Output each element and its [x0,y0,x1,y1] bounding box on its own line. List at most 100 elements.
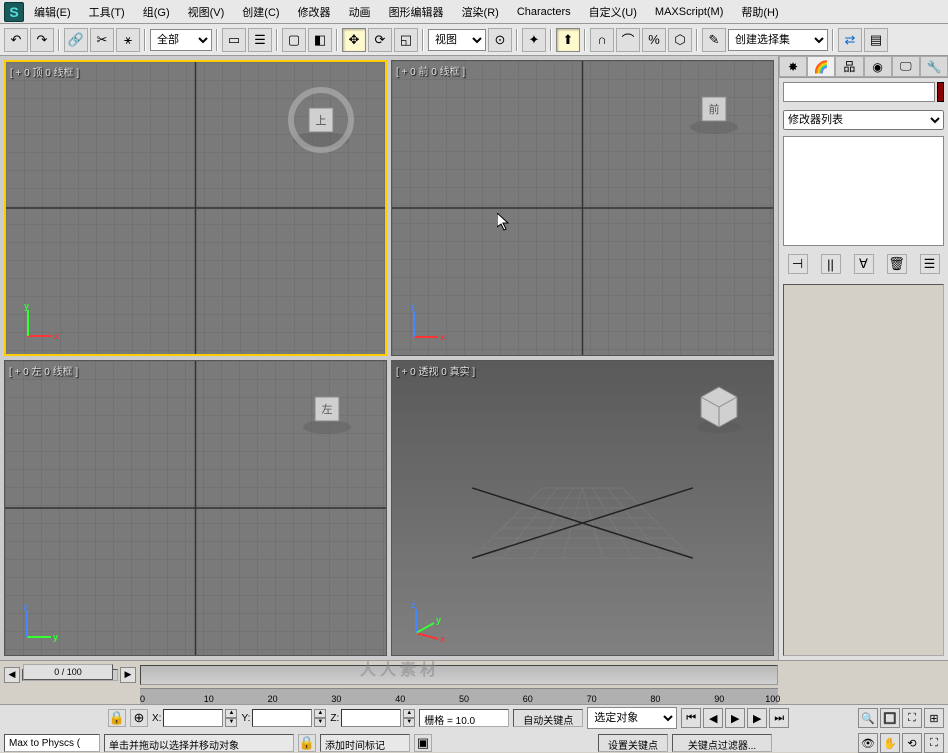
unique-button[interactable]: ∀ [854,254,874,274]
viewport-left[interactable]: [ + 0 左 0 线框 ] 左 y z [4,360,387,656]
y-spin-up[interactable]: ▲ [314,709,326,718]
utilities-tab[interactable]: 🔧 [920,56,948,77]
window-crossing-button[interactable]: ◧ [308,28,332,52]
ref-coord-select[interactable]: 视图 [428,29,486,51]
menu-render[interactable]: 渲染(R) [454,2,507,22]
track-bar[interactable] [140,665,778,685]
motion-tab[interactable]: ◉ [864,56,892,77]
modifier-list-select[interactable]: 修改器列表 [783,110,944,130]
svg-text:x: x [440,332,445,342]
time-tag-field[interactable]: 添加时间标记 [320,734,410,752]
x-spin-up[interactable]: ▲ [225,709,237,718]
link-button[interactable]: 🔗 [64,28,88,52]
percent-snap-toggle[interactable]: % [642,28,666,52]
play-button[interactable]: ▶ [725,708,745,728]
key-target-select[interactable]: 选定对象 [587,707,677,729]
orbit-button[interactable]: ⟲ [902,733,922,753]
zoom-all-button[interactable]: 🔲 [880,708,900,728]
object-name-input[interactable] [783,82,935,102]
select-move-button[interactable]: ✥ [342,28,366,52]
view-cube-front[interactable]: 前 [679,79,749,139]
y-coord-input[interactable] [252,709,312,727]
menu-create[interactable]: 创建(C) [234,2,287,22]
menu-animation[interactable]: 动画 [341,2,379,22]
selection-filter-select[interactable]: 全部 [150,29,212,51]
y-spin-down[interactable]: ▼ [314,718,326,727]
absolute-mode-button[interactable]: ⊕ [130,709,148,727]
menu-customize[interactable]: 自定义(U) [581,2,645,22]
key-filters-button[interactable]: 关键点过滤器... [672,734,772,752]
pin-stack-button[interactable]: ⊣ [788,254,808,274]
select-rect-button[interactable]: ▢ [282,28,306,52]
time-scroll-track[interactable]: 0 / 100 [22,669,118,681]
mirror-button[interactable]: ⇄ [838,28,862,52]
menu-modifiers[interactable]: 修改器 [290,2,339,22]
spinner-snap-toggle[interactable]: ⬡ [668,28,692,52]
view-cube-persp[interactable] [689,379,749,439]
use-pivot-button[interactable]: ⊙ [488,28,512,52]
hierarchy-tab[interactable]: 品 [835,56,863,77]
x-spin-down[interactable]: ▼ [225,718,237,727]
next-frame-button[interactable]: ▶ [747,708,767,728]
angle-snap-toggle[interactable]: ⌒ [616,28,640,52]
zoom-extents-button[interactable]: ⛶ [902,708,922,728]
zoom-button[interactable]: 🔍 [858,708,878,728]
menu-views[interactable]: 视图(V) [180,2,233,22]
edit-named-selection-button[interactable]: ✎ [702,28,726,52]
menu-maxscript[interactable]: MAXScript(M) [647,4,731,20]
select-manipulate-button[interactable]: ✦ [522,28,546,52]
bind-button[interactable]: ⚹ [116,28,140,52]
fov-button[interactable]: 👁 [858,733,878,753]
object-color-swatch[interactable] [937,82,944,102]
modify-tab[interactable]: 🌈 [807,56,835,77]
time-tag-lock-button[interactable]: 🔒 [298,734,316,752]
viewport-perspective[interactable]: [ + 0 透视 0 真实 ] [391,360,774,656]
maximize-viewport-button[interactable]: ⛶ [924,733,944,753]
menu-edit[interactable]: 编辑(E) [26,2,79,22]
view-cube-top[interactable]: 上 [281,80,361,160]
select-scale-button[interactable]: ◱ [394,28,418,52]
create-tab[interactable]: ✸ [779,56,807,77]
keyboard-shortcut-toggle[interactable]: ⬆ [556,28,580,52]
z-spin-up[interactable]: ▲ [403,709,415,718]
undo-button[interactable]: ↶ [4,28,28,52]
x-coord-input[interactable] [163,709,223,727]
z-spin-down[interactable]: ▼ [403,718,415,727]
pan-button[interactable]: ✋ [880,733,900,753]
select-rotate-button[interactable]: ⟳ [368,28,392,52]
snap-toggle[interactable]: ∩ [590,28,614,52]
z-coord-input[interactable] [341,709,401,727]
unlink-button[interactable]: ✂ [90,28,114,52]
viewport-top[interactable]: [ + 0 顶 0 线框 ] 上 x y [4,60,387,356]
viewport-front[interactable]: [ + 0 前 0 线框 ] 前 x z [391,60,774,356]
set-key-button[interactable]: 设置关键点 [598,734,668,752]
align-button[interactable]: ▤ [864,28,888,52]
zoom-extents-all-button[interactable]: ⊞ [924,708,944,728]
goto-start-button[interactable]: ⏮ [681,708,701,728]
view-cube-left[interactable]: 左 [292,379,362,439]
menu-graph[interactable]: 图形编辑器 [381,2,452,22]
menu-characters[interactable]: Characters [509,4,579,20]
goto-end-button[interactable]: ⏭ [769,708,789,728]
time-slider[interactable]: 0 / 100 [23,664,113,680]
remove-modifier-button[interactable]: 🗑 [887,254,907,274]
modifier-stack[interactable] [783,136,944,246]
display-tab[interactable]: 🖵 [892,56,920,77]
menu-group[interactable]: 组(G) [135,2,178,22]
redo-button[interactable]: ↷ [30,28,54,52]
viewport-top-label: [ + 0 顶 0 线框 ] [10,64,79,79]
script-listener-input[interactable] [4,734,100,752]
lock-selection-button[interactable]: 🔒 [108,709,126,727]
named-selection-select[interactable]: 创建选择集 [728,29,828,51]
time-scroll-right[interactable]: ▶ [120,667,136,683]
menu-tools[interactable]: 工具(T) [81,2,133,22]
select-object-button[interactable]: ▭ [222,28,246,52]
prev-frame-button[interactable]: ◀ [703,708,723,728]
menu-help[interactable]: 帮助(H) [733,2,786,22]
toggle-trackbar-button[interactable]: ▣ [414,734,432,752]
show-end-button[interactable]: || [821,254,841,274]
auto-key-button[interactable]: 自动关键点 [513,709,583,727]
time-scroll-left[interactable]: ◀ [4,667,20,683]
select-by-name-button[interactable]: ☰ [248,28,272,52]
configure-sets-button[interactable]: ☰ [920,254,940,274]
